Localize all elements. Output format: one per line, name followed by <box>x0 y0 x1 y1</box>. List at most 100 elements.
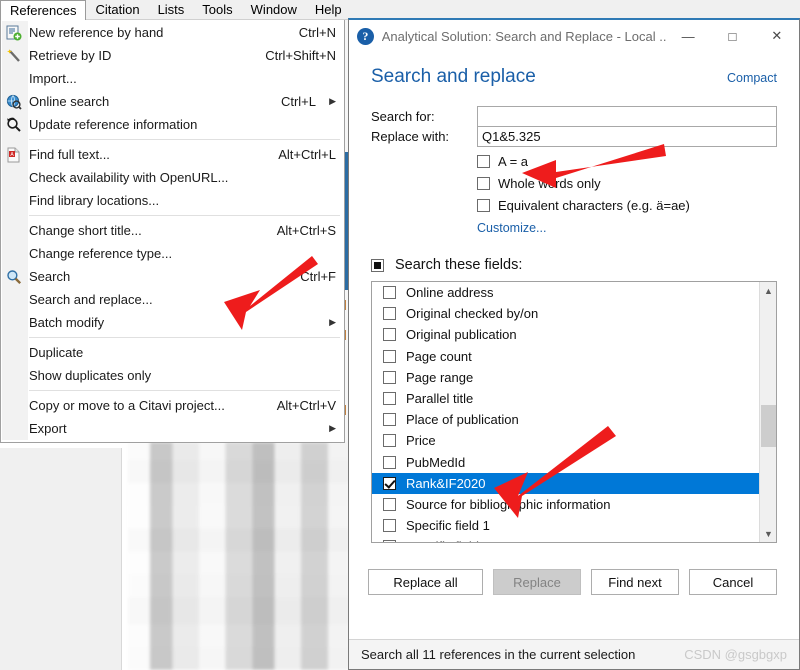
menu-item-show-duplicates-only[interactable]: Show duplicates only <box>1 364 344 387</box>
compact-link[interactable]: Compact <box>727 71 777 85</box>
globe-search-icon <box>5 93 22 110</box>
menubar-item-label: Citation <box>95 1 140 17</box>
checkbox-icon[interactable] <box>383 497 396 511</box>
dialog-button-bar: Replace all Replace Find next Cancel <box>368 569 777 595</box>
menu-item-check-availability-with-openurl[interactable]: Check availability with OpenURL... <box>1 166 344 189</box>
list-item-label: Original publication <box>406 327 517 343</box>
menu-item-copy-or-move-to-a-citavi-project[interactable]: Copy or move to a Citavi project... Alt+C… <box>1 394 344 417</box>
menu-item-change-short-title[interactable]: Change short title... Alt+Ctrl+S <box>1 219 344 242</box>
menu-item-search[interactable]: Search Ctrl+F <box>1 265 344 288</box>
list-item[interactable]: Original checked by/on <box>372 303 759 324</box>
menu-item-shortcut: Alt+Ctrl+L <box>278 147 336 162</box>
replace-all-button[interactable]: Replace all <box>368 569 483 595</box>
menu-item-export[interactable]: Export ▶ <box>1 417 344 440</box>
list-item[interactable]: Original publication <box>372 324 759 345</box>
maximize-button[interactable]: □ <box>710 20 754 52</box>
menu-item-import[interactable]: Import... <box>1 67 344 90</box>
menu-item-online-search[interactable]: Online search Ctrl+L ▶ <box>1 90 344 113</box>
menu-item-find-full-text[interactable]: A Find full text... Alt+Ctrl+L <box>1 143 344 166</box>
menu-item-label: Show duplicates only <box>29 368 152 383</box>
checkbox-icon[interactable] <box>383 476 396 490</box>
menu-item-change-reference-type[interactable]: Change reference type... <box>1 242 344 265</box>
checkbox-icon[interactable] <box>371 258 384 272</box>
list-item-label: Original checked by/on <box>406 306 539 322</box>
field-listbox[interactable]: Online address Original checked by/on Orig… <box>371 281 777 543</box>
list-item[interactable]: Specific field 1 <box>372 515 759 536</box>
menu-item-search-and-replace[interactable]: Search and replace... <box>1 288 344 311</box>
option-equivalent-characters[interactable]: Equivalent characters (e.g. ä=ae) <box>477 198 777 213</box>
list-item[interactable]: Rank&IF2020 <box>372 472 759 494</box>
checkbox-icon[interactable] <box>383 349 396 363</box>
checkbox-icon[interactable] <box>383 328 396 342</box>
option-case-sensitive[interactable]: A = a <box>477 154 777 169</box>
menubar-item-references[interactable]: References <box>0 0 87 20</box>
checkbox-icon[interactable] <box>477 199 490 212</box>
replace-with-input[interactable] <box>477 126 777 147</box>
listbox-scrollbar[interactable]: ▲ ▼ <box>759 282 776 542</box>
checkbox-icon[interactable] <box>383 370 396 384</box>
watermark: CSDN @gsgbgxp <box>684 647 787 662</box>
menu-item-label: Find full text... <box>29 147 110 162</box>
menu-item-shortcut: Ctrl+L <box>280 94 316 109</box>
checkbox-icon[interactable] <box>383 540 396 542</box>
scroll-up-icon[interactable]: ▲ <box>760 282 776 299</box>
list-item[interactable]: PubMedId <box>372 452 759 473</box>
dialog-titlebar[interactable]: ? Analytical Solution: Search and Replac… <box>349 20 799 52</box>
close-button[interactable]: ✕ <box>755 20 799 52</box>
customize-link[interactable]: Customize... <box>477 221 546 235</box>
menubar-item-label: Lists <box>157 1 185 17</box>
checkbox-icon[interactable] <box>477 155 490 168</box>
list-item[interactable]: Source for bibliographic information <box>372 494 759 515</box>
find-next-button[interactable]: Find next <box>591 569 679 595</box>
menu-item-retrieve-by-id[interactable]: Retrieve by ID Ctrl+Shift+N <box>1 44 344 67</box>
checkbox-icon[interactable] <box>477 177 490 190</box>
menu-item-batch-modify[interactable]: Batch modify ▶ <box>1 311 344 334</box>
list-item[interactable]: Parallel title <box>372 388 759 409</box>
menu-item-update-reference-information[interactable]: Update reference information <box>1 113 344 136</box>
menu-item-shortcut: Ctrl+F <box>300 269 336 284</box>
dialog-status-bar: Search all 11 references in the current … <box>349 639 799 669</box>
menubar-item-help[interactable]: Help <box>306 0 351 20</box>
menubar-item-citation[interactable]: Citation <box>86 0 148 20</box>
new-reference-icon <box>5 24 22 41</box>
checkbox-icon[interactable] <box>383 455 396 469</box>
checkbox-icon[interactable] <box>383 286 396 300</box>
list-item[interactable]: Page count <box>372 346 759 367</box>
replace-with-row: Replace with: <box>371 126 777 147</box>
search-for-input[interactable] <box>477 106 777 127</box>
menu-separator <box>29 215 340 216</box>
chevron-right-icon: ▶ <box>329 423 336 433</box>
menu-item-label: Update reference information <box>29 117 198 132</box>
menu-item-duplicate[interactable]: Duplicate <box>1 341 344 364</box>
checkbox-icon[interactable] <box>383 413 396 427</box>
list-item-label: Page count <box>406 348 472 364</box>
search-these-fields-header[interactable]: Search these fields: <box>371 257 777 273</box>
citavi-icon: ? <box>357 27 374 45</box>
cancel-button[interactable]: Cancel <box>689 569 777 595</box>
minimize-button[interactable]: — <box>666 20 710 52</box>
checkbox-icon[interactable] <box>383 434 396 448</box>
list-item[interactable]: Place of publication <box>372 409 759 430</box>
checkbox-icon[interactable] <box>383 392 396 406</box>
replace-button: Replace <box>493 569 581 595</box>
checkbox-icon[interactable] <box>383 519 396 533</box>
menu-item-label: Change reference type... <box>29 246 173 261</box>
references-dropdown-menu: New reference by hand Ctrl+N Retrieve by I… <box>0 20 345 443</box>
menu-item-find-library-locations[interactable]: Find library locations... <box>1 189 344 212</box>
checkbox-icon[interactable] <box>383 307 396 321</box>
menubar-item-tools[interactable]: Tools <box>193 0 241 20</box>
list-item-label: Place of publication <box>406 412 519 428</box>
menubar-item-lists[interactable]: Lists <box>149 0 194 20</box>
scrollbar-thumb[interactable] <box>761 405 776 447</box>
menu-item-label: Search and replace... <box>29 292 153 307</box>
menubar-item-window[interactable]: Window <box>242 0 306 20</box>
list-item[interactable]: Online address <box>372 282 759 303</box>
list-item[interactable]: Specific field 2 <box>372 536 759 542</box>
scroll-down-icon[interactable]: ▼ <box>760 525 776 542</box>
dialog-heading: Search and replace <box>371 66 536 87</box>
list-item[interactable]: Price <box>372 430 759 451</box>
option-whole-words-only[interactable]: Whole words only <box>477 176 777 191</box>
menu-item-new-reference-by-hand[interactable]: New reference by hand Ctrl+N <box>1 21 344 44</box>
list-item[interactable]: Page range <box>372 367 759 388</box>
search-for-row: Search for: <box>371 106 777 127</box>
